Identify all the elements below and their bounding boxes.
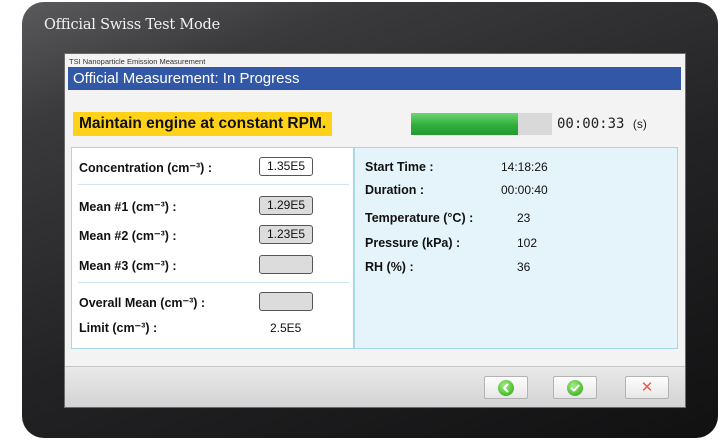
device-title: Official Swiss Test Mode (44, 17, 221, 33)
action-bar: ✕ (65, 366, 685, 407)
overall-mean-value (259, 292, 313, 311)
page-title: Official Measurement: In Progress (68, 67, 681, 90)
limit-label: Limit (cm⁻³) : (79, 321, 158, 335)
instruction-banner: Maintain engine at constant RPM. (73, 112, 333, 136)
timer-value: 00:00:33 (557, 116, 625, 132)
application-window: TSI Nanoparticle Emission Measurement Of… (64, 53, 686, 408)
mean1-value: 1.29E5 (259, 196, 313, 215)
confirm-button[interactable] (553, 376, 597, 399)
back-arrow-icon (498, 379, 514, 396)
cancel-button[interactable]: ✕ (625, 376, 669, 399)
duration-value: 00:00:40 (501, 183, 548, 197)
mean3-label: Mean #3 (cm⁻³) : (79, 259, 177, 273)
checkmark-icon (567, 379, 583, 396)
progress-bar-fill (411, 113, 519, 135)
temperature-label: Temperature (°C) : (365, 211, 474, 225)
mean1-label: Mean #1 (cm⁻³) : (79, 200, 177, 214)
progress-bar (411, 113, 552, 135)
mean3-value (259, 255, 313, 274)
concentration-value: 1.35E5 (259, 157, 313, 176)
start-time-label: Start Time : (365, 160, 434, 174)
timer-unit: (s) (632, 117, 647, 131)
close-icon: ✕ (640, 378, 654, 396)
test-info-panel: Start Time : 14:18:26 Duration : 00:00:4… (354, 147, 678, 349)
rh-label: RH (%) : (365, 260, 414, 274)
start-time-value: 14:18:26 (501, 160, 548, 174)
concentration-label: Concentration (cm⁻³) : (79, 161, 212, 175)
mean2-label: Mean #2 (cm⁻³) : (79, 229, 177, 243)
limit-value: 2.5E5 (270, 321, 302, 335)
overall-mean-label: Overall Mean (cm⁻³) : (79, 296, 206, 310)
timer-readout: 00:00:33 (s) (557, 114, 647, 134)
divider (78, 282, 349, 283)
window-title: TSI Nanoparticle Emission Measurement (69, 57, 206, 66)
temperature-value: 23 (517, 211, 531, 225)
duration-label: Duration : (365, 183, 425, 197)
mean2-value: 1.23E5 (259, 225, 313, 244)
measurements-panel: Concentration (cm⁻³) : 1.35E5 Mean #1 (c… (71, 147, 354, 349)
back-button[interactable] (484, 376, 528, 399)
rh-value: 36 (517, 260, 531, 274)
pressure-value: 102 (517, 236, 538, 250)
divider (78, 184, 349, 185)
pressure-label: Pressure (kPa) : (365, 236, 461, 250)
tablet-device: Official Swiss Test Mode TSI Nanoparticl… (22, 2, 718, 438)
